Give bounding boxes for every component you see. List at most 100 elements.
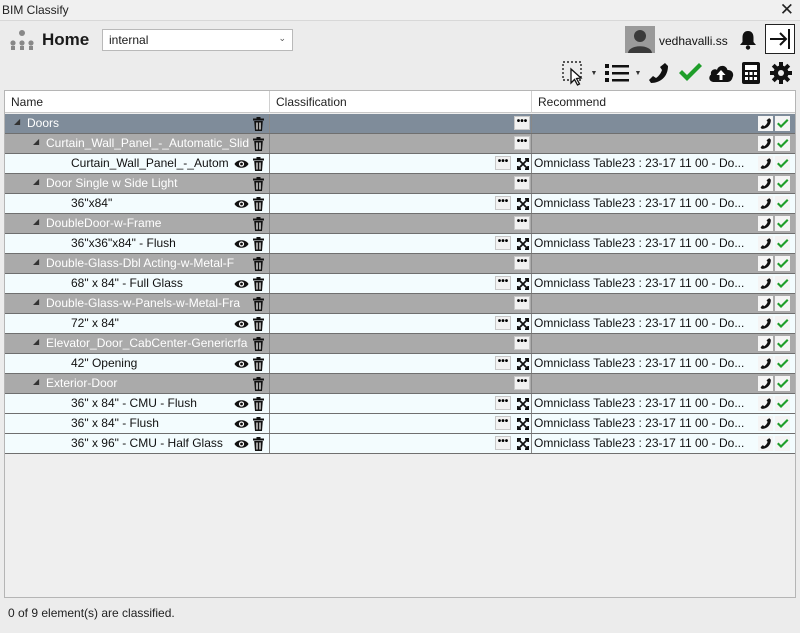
more-options-icon[interactable]: •••: [514, 136, 530, 150]
trash-icon[interactable]: [251, 256, 266, 271]
trash-icon[interactable]: [251, 336, 266, 351]
classification-cell[interactable]: •••: [270, 154, 532, 173]
check-icon[interactable]: [775, 176, 790, 191]
recommend-cell[interactable]: [532, 334, 795, 353]
recommend-cell[interactable]: [532, 114, 795, 133]
table-row[interactable]: 42" Opening ••• Omniclass Table23 : 23-17 …: [5, 354, 795, 374]
eye-icon[interactable]: [234, 156, 249, 171]
classification-cell[interactable]: •••: [270, 214, 532, 233]
classification-cell[interactable]: •••: [270, 294, 532, 313]
classification-cell[interactable]: •••: [270, 334, 532, 353]
phone-icon[interactable]: [758, 416, 773, 431]
phone-icon[interactable]: [758, 136, 773, 151]
table-row[interactable]: ◢ Elevator_Door_CabCenter-Genericrfa •••: [5, 334, 795, 354]
name-cell[interactable]: ◢ Exterior-Door: [5, 374, 270, 393]
trash-icon[interactable]: [251, 176, 266, 191]
table-row[interactable]: ◢ Exterior-Door •••: [5, 374, 795, 394]
check-icon[interactable]: [775, 156, 790, 171]
expand-toggle-icon[interactable]: ◢: [33, 217, 39, 226]
table-row[interactable]: 72" x 84" ••• Omniclass Table23 : 23-17 11…: [5, 314, 795, 334]
trash-icon[interactable]: [251, 216, 266, 231]
phone-icon[interactable]: [758, 336, 773, 351]
gear-icon[interactable]: [767, 59, 795, 87]
trash-icon[interactable]: [251, 376, 266, 391]
recommend-cell[interactable]: [532, 374, 795, 393]
name-cell[interactable]: ◢ Curtain_Wall_Panel_-_Automatic_Slid: [5, 134, 270, 153]
org-hierarchy-icon[interactable]: [7, 29, 37, 51]
trash-icon[interactable]: [251, 316, 266, 331]
recommend-cell[interactable]: Omniclass Table23 : 23-17 11 00 - Do...: [532, 434, 795, 453]
trash-icon[interactable]: [251, 116, 266, 131]
recommend-cell[interactable]: [532, 174, 795, 193]
expand-toggle-icon[interactable]: ◢: [33, 377, 39, 386]
recommend-cell[interactable]: Omniclass Table23 : 23-17 11 00 - Do...: [532, 194, 795, 213]
more-options-icon[interactable]: •••: [495, 276, 511, 290]
phone-icon[interactable]: [758, 296, 773, 311]
more-options-icon[interactable]: •••: [495, 396, 511, 410]
expand-arrows-icon[interactable]: [515, 316, 530, 331]
more-options-icon[interactable]: •••: [514, 176, 530, 190]
more-options-icon[interactable]: •••: [495, 416, 511, 430]
phone-icon[interactable]: [758, 376, 773, 391]
check-icon[interactable]: [775, 316, 790, 331]
phone-icon[interactable]: [758, 156, 773, 171]
check-icon[interactable]: [775, 216, 790, 231]
select-tool-icon[interactable]: [560, 59, 588, 87]
table-row[interactable]: 36" x 96" - CMU - Half Glass ••• Omniclass…: [5, 434, 795, 454]
name-cell[interactable]: 36" x 84" - Flush: [5, 414, 270, 433]
classification-cell[interactable]: •••: [270, 434, 532, 453]
check-icon[interactable]: [775, 336, 790, 351]
expand-arrows-icon[interactable]: [515, 416, 530, 431]
check-icon[interactable]: [775, 396, 790, 411]
recommend-cell[interactable]: Omniclass Table23 : 23-17 11 00 - Do...: [532, 274, 795, 293]
table-row[interactable]: 36" x 84" - CMU - Flush ••• Omniclass Tabl…: [5, 394, 795, 414]
classification-cell[interactable]: •••: [270, 314, 532, 333]
more-options-icon[interactable]: •••: [514, 296, 530, 310]
trash-icon[interactable]: [251, 296, 266, 311]
expand-arrows-icon[interactable]: [515, 396, 530, 411]
expand-toggle-icon[interactable]: ◢: [33, 177, 39, 186]
table-row[interactable]: ◢ Doors •••: [5, 114, 795, 134]
more-options-icon[interactable]: •••: [514, 256, 530, 270]
phone-icon[interactable]: [758, 196, 773, 211]
logout-icon[interactable]: [765, 24, 795, 54]
trash-icon[interactable]: [251, 436, 266, 451]
phone-icon[interactable]: [758, 256, 773, 271]
check-icon[interactable]: [775, 356, 790, 371]
select-tool-dropdown-icon[interactable]: ▼: [590, 59, 598, 87]
check-icon[interactable]: [775, 236, 790, 251]
check-icon[interactable]: [775, 256, 790, 271]
eye-icon[interactable]: [234, 436, 249, 451]
expand-arrows-icon[interactable]: [515, 356, 530, 371]
more-options-icon[interactable]: •••: [495, 436, 511, 450]
expand-toggle-icon[interactable]: ◢: [33, 297, 39, 306]
table-row[interactable]: ◢ Curtain_Wall_Panel_-_Automatic_Slid •••: [5, 134, 795, 154]
recommend-cell[interactable]: [532, 294, 795, 313]
classification-cell[interactable]: •••: [270, 394, 532, 413]
expand-arrows-icon[interactable]: [515, 436, 530, 451]
column-header-name[interactable]: Name: [5, 91, 270, 113]
eye-icon[interactable]: [234, 196, 249, 211]
recommend-cell[interactable]: Omniclass Table23 : 23-17 11 00 - Do...: [532, 314, 795, 333]
trash-icon[interactable]: [251, 396, 266, 411]
check-icon[interactable]: [775, 276, 790, 291]
more-options-icon[interactable]: •••: [495, 196, 511, 210]
more-options-icon[interactable]: •••: [514, 216, 530, 230]
expand-toggle-icon[interactable]: ◢: [33, 337, 39, 346]
expand-toggle-icon[interactable]: ◢: [33, 137, 39, 146]
column-header-classification[interactable]: Classification: [270, 91, 532, 113]
name-cell[interactable]: 68" x 84" - Full Glass: [5, 274, 270, 293]
more-options-icon[interactable]: •••: [514, 336, 530, 350]
table-row[interactable]: ◢ Double-Glass-w-Panels-w-Metal-Fra •••: [5, 294, 795, 314]
name-cell[interactable]: Curtain_Wall_Panel_-_Autom: [5, 154, 270, 173]
expand-arrows-icon[interactable]: [515, 156, 530, 171]
recommend-cell[interactable]: Omniclass Table23 : 23-17 11 00 - Do...: [532, 234, 795, 253]
more-options-icon[interactable]: •••: [495, 356, 511, 370]
phone-icon[interactable]: [758, 216, 773, 231]
table-row[interactable]: 68" x 84" - Full Glass ••• Omniclass Table…: [5, 274, 795, 294]
more-options-icon[interactable]: •••: [514, 116, 530, 130]
expand-arrows-icon[interactable]: [515, 236, 530, 251]
check-icon[interactable]: [775, 436, 790, 451]
classification-cell[interactable]: •••: [270, 274, 532, 293]
check-icon[interactable]: [775, 376, 790, 391]
